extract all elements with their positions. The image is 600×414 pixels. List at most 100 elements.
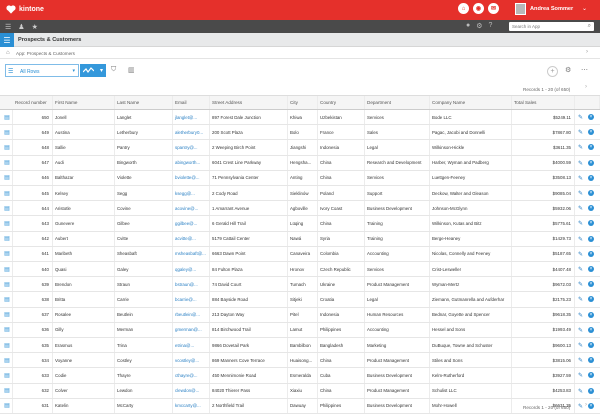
- delete-icon[interactable]: ×: [588, 174, 594, 181]
- document-icon[interactable]: ▤: [4, 144, 10, 151]
- sidebar-toggle-icon[interactable]: ›: [586, 49, 588, 55]
- table-row[interactable]: ▤ 650 Jonell Langlet jlanglet@... 897 Forest …: [0, 110, 600, 126]
- delete-icon[interactable]: ×: [588, 372, 594, 379]
- document-icon[interactable]: ▤: [4, 402, 10, 409]
- document-icon[interactable]: ▤: [4, 296, 10, 303]
- people-icon[interactable]: ♟: [18, 23, 24, 31]
- home-icon[interactable]: ⌂: [6, 50, 10, 56]
- cell-email[interactable]: spantry@...: [173, 140, 210, 155]
- cell-email[interactable]: acovine@...: [173, 201, 210, 216]
- edit-icon[interactable]: ✎: [578, 175, 583, 182]
- table-row[interactable]: ▤ 643 Gunevere Gilbee ggilbee@... 6 Gerald Hi…: [0, 216, 600, 232]
- portal-icon[interactable]: ⌂: [458, 3, 469, 14]
- delete-icon[interactable]: ×: [588, 235, 594, 242]
- edit-icon[interactable]: ✎: [578, 160, 583, 167]
- table-row[interactable]: ▤ 641 Maribeth Sheasbaft msheasbaft@... 6663 …: [0, 246, 600, 262]
- table-row[interactable]: ▤ 646 Balthazar Violette bviolette@... 71 Pen…: [0, 170, 600, 186]
- help-icon[interactable]: ?: [489, 22, 493, 30]
- app-search[interactable]: ⌕: [509, 22, 594, 31]
- table-row[interactable]: ▤ 637 Rosalee Beutlein rbeutlein@... 213 Dayt…: [0, 307, 600, 323]
- delete-icon[interactable]: ×: [588, 114, 594, 120]
- search-icon[interactable]: ⌕: [588, 23, 591, 30]
- user-menu-chevron-icon[interactable]: ⌄: [582, 5, 587, 12]
- delete-icon[interactable]: ×: [588, 296, 594, 303]
- record-details-cell[interactable]: ▤: [0, 246, 13, 261]
- delete-icon[interactable]: ×: [588, 129, 594, 136]
- record-details-cell[interactable]: ▤: [0, 353, 13, 368]
- table-row[interactable]: ▤ 631 Katelin McCarty kmccarty@... 2 Northfie…: [0, 398, 600, 414]
- column-header-company-name[interactable]: Company Name: [430, 96, 512, 109]
- record-details-cell[interactable]: ▤: [0, 368, 13, 383]
- delete-icon[interactable]: ×: [588, 266, 594, 272]
- edit-icon[interactable]: ✎: [578, 251, 583, 258]
- delete-icon[interactable]: ×: [588, 220, 594, 227]
- edit-icon[interactable]: ✎: [578, 220, 583, 227]
- document-icon[interactable]: ▤: [4, 235, 10, 242]
- cell-email[interactable]: vcostley@...: [173, 353, 210, 368]
- cell-email[interactable]: aletherbury0...: [173, 125, 210, 140]
- favorites-icon[interactable]: ✉: [488, 3, 499, 14]
- more-options-icon[interactable]: ⋯: [581, 66, 588, 74]
- edit-icon[interactable]: ✎: [578, 327, 583, 334]
- document-icon[interactable]: ▤: [4, 220, 10, 227]
- edit-icon[interactable]: ✎: [578, 281, 583, 288]
- cell-email[interactable]: bviolette@...: [173, 170, 210, 185]
- cell-email[interactable]: bcarrie@...: [173, 292, 210, 307]
- next-page-icon-bottom[interactable]: ›: [585, 402, 587, 408]
- delete-icon[interactable]: ×: [588, 205, 594, 212]
- cell-email[interactable]: qgaley@...: [173, 262, 210, 277]
- cell-email[interactable]: ksegg@...: [173, 186, 210, 201]
- table-row[interactable]: ▤ 635 Erasmus Trina etrina@... 9866 Dovetail …: [0, 338, 600, 354]
- kintone-icon[interactable]: ●: [466, 22, 470, 30]
- document-icon[interactable]: ▤: [4, 159, 10, 166]
- record-details-cell[interactable]: ▤: [0, 201, 13, 216]
- delete-icon[interactable]: ×: [588, 326, 594, 333]
- cell-email[interactable]: gmerman@...: [173, 322, 210, 337]
- record-details-cell[interactable]: ▤: [0, 398, 13, 413]
- record-details-cell[interactable]: ▤: [0, 155, 13, 170]
- column-header-email[interactable]: Email: [173, 96, 210, 109]
- graph-button[interactable]: ▾: [80, 64, 106, 77]
- record-details-cell[interactable]: ▤: [0, 170, 13, 185]
- star-icon[interactable]: ★: [32, 23, 38, 31]
- cell-email[interactable]: cthayre@...: [173, 368, 210, 383]
- column-header-city[interactable]: City: [288, 96, 318, 109]
- record-details-cell[interactable]: ▤: [0, 216, 13, 231]
- delete-icon[interactable]: ×: [588, 281, 594, 288]
- cell-email[interactable]: ggilbee@...: [173, 216, 210, 231]
- column-header-last-name[interactable]: Last Name: [115, 96, 173, 109]
- column-header-street-address[interactable]: Street Address: [210, 96, 288, 109]
- column-header-total-sales[interactable]: Total Sales: [512, 96, 575, 109]
- avatar[interactable]: [515, 3, 526, 15]
- table-row[interactable]: ▤ 647 Audi Bingworth abingworth... 6041 Crest…: [0, 155, 600, 171]
- table-row[interactable]: ▤ 645 Kelsey Segg ksegg@... 2 Cody Road Siekli…: [0, 186, 600, 202]
- cell-email[interactable]: kmccarty@...: [173, 398, 210, 413]
- cell-email[interactable]: abingworth...: [173, 155, 210, 170]
- record-details-cell[interactable]: ▤: [0, 322, 13, 337]
- cell-email[interactable]: acvitte@...: [173, 231, 210, 246]
- edit-icon[interactable]: ✎: [578, 114, 583, 121]
- column-header-department[interactable]: Department: [365, 96, 430, 109]
- edit-icon[interactable]: ✎: [578, 236, 583, 243]
- column-header-country[interactable]: Country: [318, 96, 365, 109]
- edit-icon[interactable]: ✎: [578, 205, 583, 212]
- document-icon[interactable]: ▤: [4, 311, 10, 318]
- view-selector[interactable]: ☰ All Rows ▾: [5, 64, 79, 77]
- bar-chart-icon[interactable]: ▥: [128, 66, 135, 74]
- table-row[interactable]: ▤ 640 Quasi Galey qgaley@... 84 Fulton Plaza H…: [0, 262, 600, 278]
- edit-icon[interactable]: ✎: [578, 296, 583, 303]
- settings-gear-icon[interactable]: ⚙: [476, 22, 482, 30]
- edit-icon[interactable]: ✎: [578, 403, 583, 410]
- edit-icon[interactable]: ✎: [578, 342, 583, 349]
- record-details-cell[interactable]: ▤: [0, 338, 13, 353]
- edit-icon[interactable]: ✎: [578, 129, 583, 136]
- delete-icon[interactable]: ×: [588, 250, 594, 257]
- table-row[interactable]: ▤ 648 Sallie Pantry spantry@... 2 Weeping Bir…: [0, 140, 600, 156]
- table-row[interactable]: ▤ 644 Aristotle Covine acovine@... 1 Amarrant…: [0, 201, 600, 217]
- record-details-cell[interactable]: ▤: [0, 307, 13, 322]
- document-icon[interactable]: ▤: [4, 114, 10, 121]
- document-icon[interactable]: ▤: [4, 342, 10, 349]
- edit-icon[interactable]: ✎: [578, 266, 583, 273]
- delete-icon[interactable]: ×: [588, 144, 594, 151]
- breadcrumb-app-link[interactable]: App: Prospects & Customers: [16, 51, 75, 56]
